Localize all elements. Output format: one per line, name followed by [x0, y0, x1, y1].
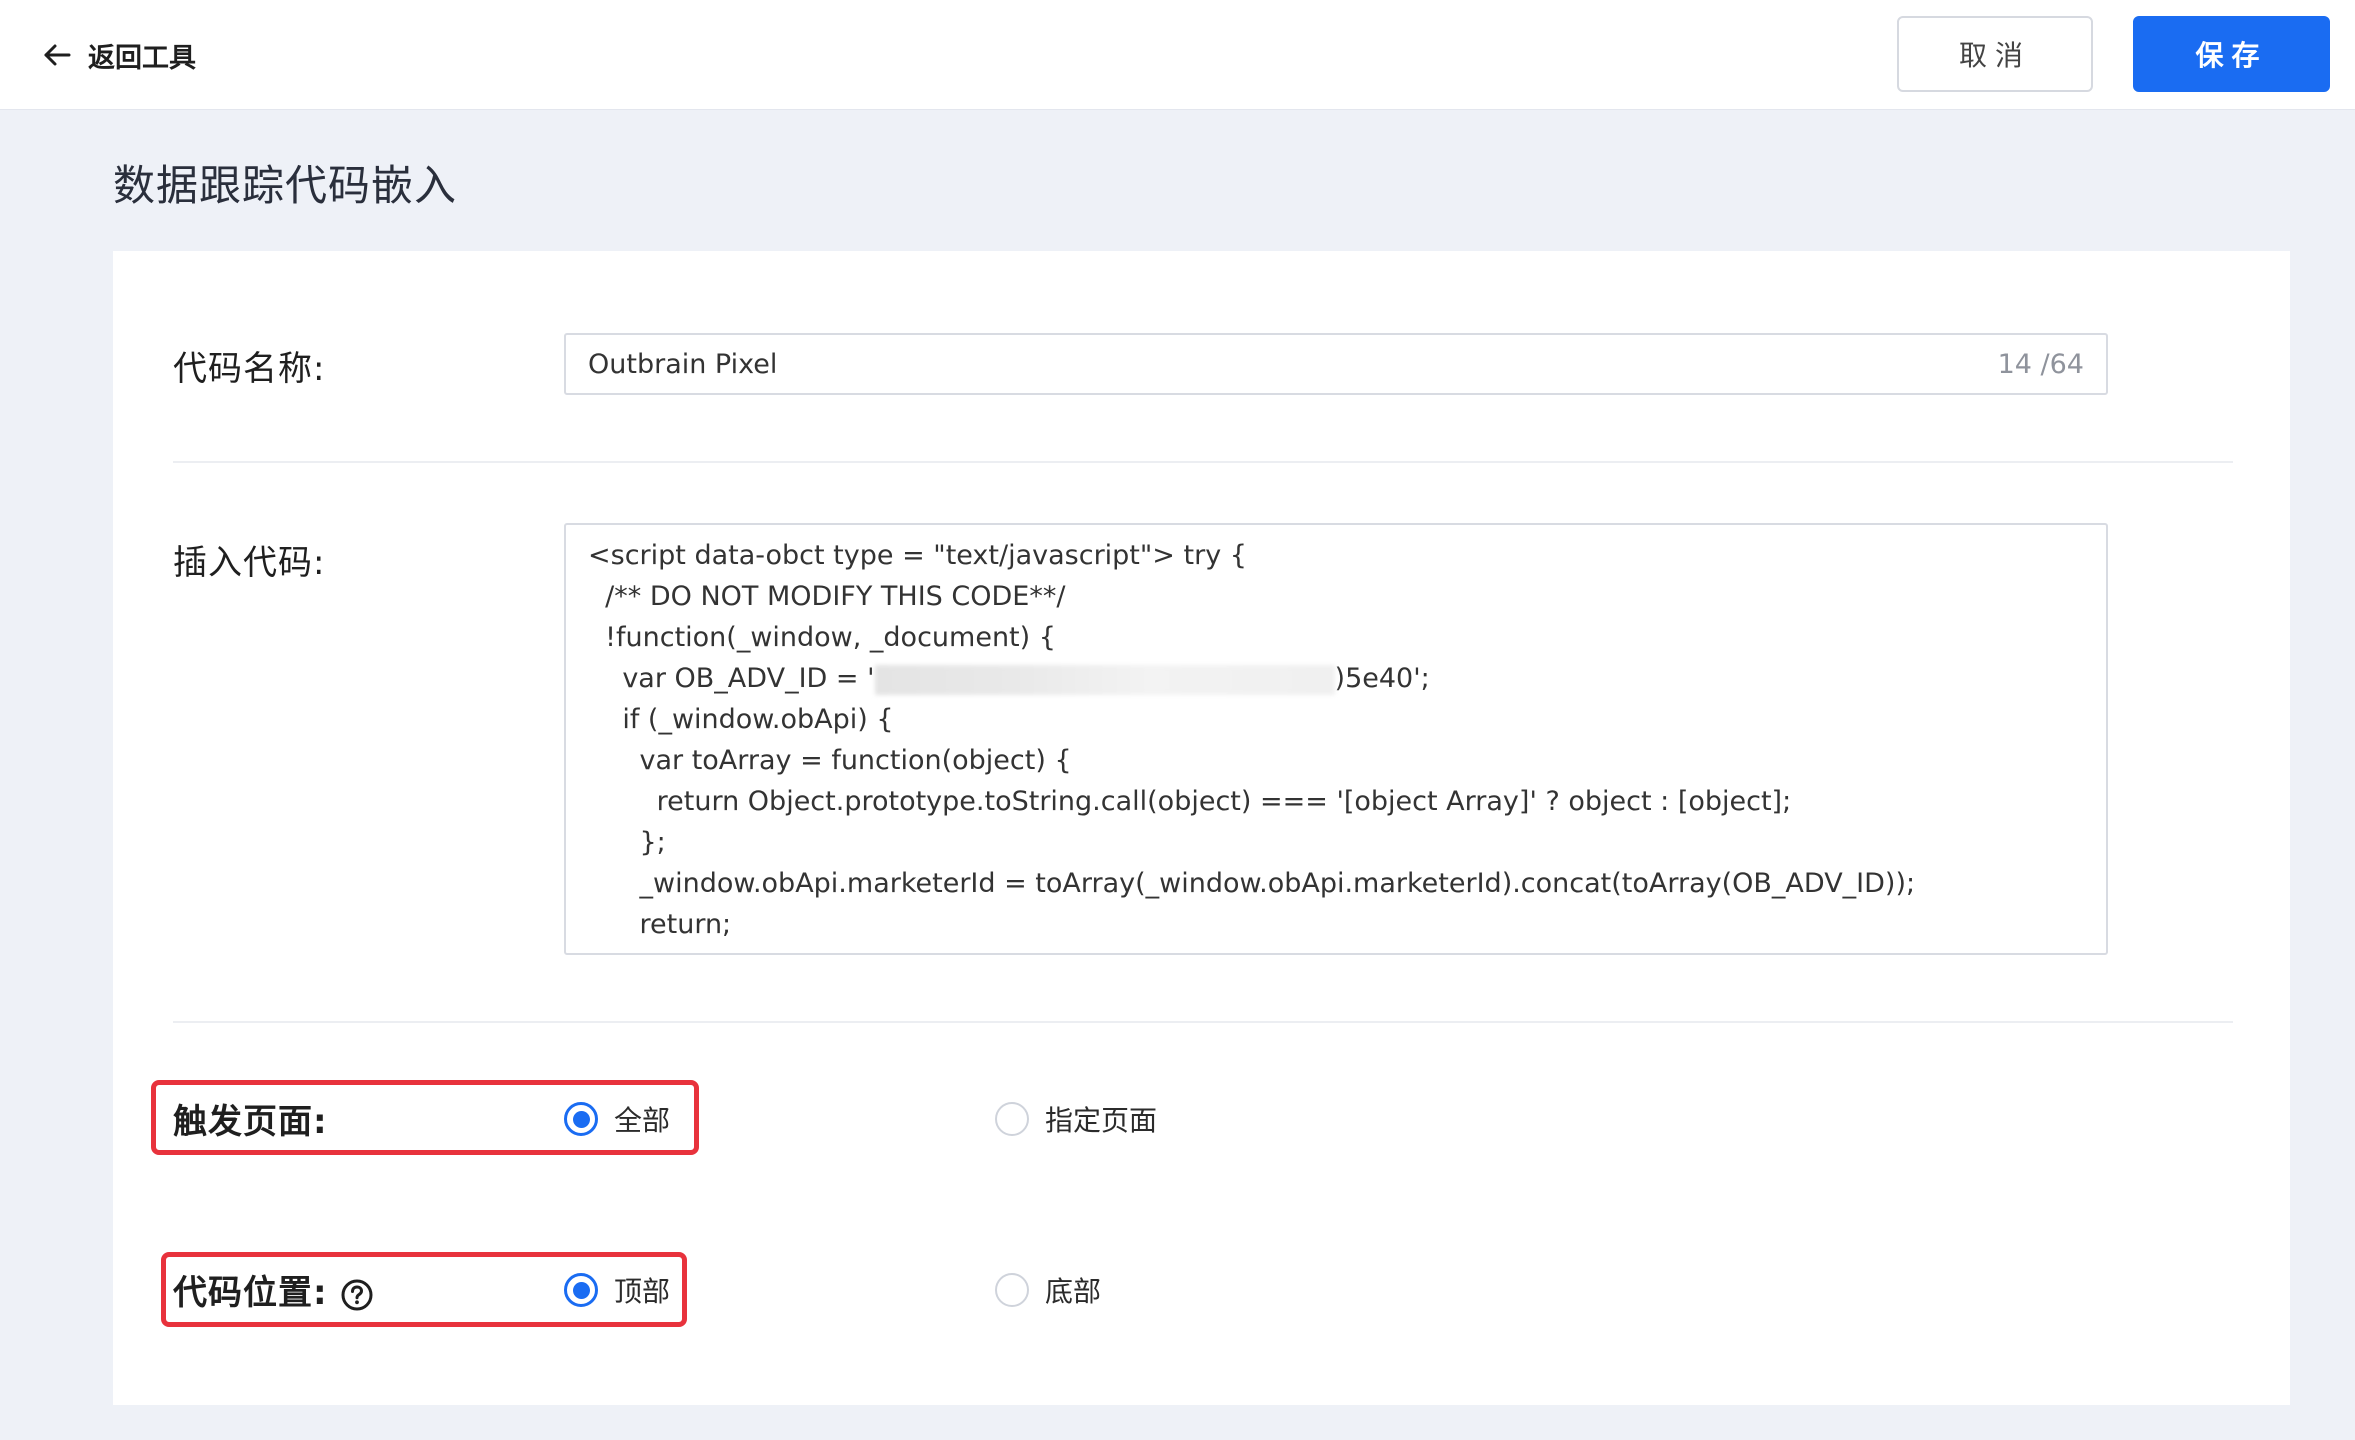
code-name-label: 代码名称: [173, 349, 326, 389]
radio-position-top[interactable]: 顶部 [564, 1270, 670, 1310]
top-bar: 返回工具 取消 保存 [0, 0, 2355, 110]
help-icon[interactable] [340, 1278, 374, 1312]
insert-code-textarea[interactable]: <script data-obct type = "text/javascrip… [564, 523, 2108, 955]
code-line: var toArray = function(object) { [588, 745, 1072, 776]
code-line: return; [588, 909, 732, 940]
code-line: return Object.prototype.toString.call(ob… [588, 786, 1792, 817]
radio-unchecked-icon [995, 1273, 1029, 1307]
radio-label: 顶部 [614, 1275, 671, 1308]
code-line: if (_window.obApi) { [588, 704, 894, 735]
radio-trigger-specific[interactable]: 指定页面 [995, 1099, 1157, 1139]
code-name-counter: 14 /64 [1997, 348, 2084, 380]
radio-checked-icon [564, 1102, 598, 1136]
code-line: /** DO NOT MODIFY THIS CODE**/ [588, 581, 1066, 612]
divider [173, 461, 2233, 463]
trigger-page-label: 触发页面: [173, 1102, 328, 1142]
radio-trigger-all[interactable]: 全部 [564, 1099, 670, 1139]
code-line-adv-id-prefix: var OB_ADV_ID = ' [588, 663, 875, 694]
code-name-value: Outbrain Pixel [588, 348, 778, 380]
back-label: 返回工具 [88, 42, 196, 74]
code-position-label-text: 代码位置: [173, 1273, 328, 1313]
radio-label: 全部 [614, 1104, 671, 1137]
save-button[interactable]: 保存 [2133, 16, 2330, 92]
back-to-tools-link[interactable]: 返回工具 [40, 32, 196, 78]
radio-unchecked-icon [995, 1102, 1029, 1136]
redacted-value [874, 664, 1335, 695]
radio-position-bottom[interactable]: 底部 [995, 1270, 1101, 1310]
code-line: _window.obApi.marketerId = toArray(_wind… [588, 868, 1916, 899]
code-name-input[interactable]: Outbrain Pixel 14 /64 [564, 333, 2108, 395]
radio-label: 底部 [1045, 1275, 1102, 1308]
radio-label: 指定页面 [1045, 1104, 1158, 1137]
cancel-button[interactable]: 取消 [1897, 16, 2093, 92]
form-card: 代码名称: Outbrain Pixel 14 /64 插入代码: <scrip… [113, 251, 2290, 1405]
insert-code-label: 插入代码: [173, 543, 326, 583]
arrow-left-icon [40, 38, 74, 72]
code-line: !function(_window, _document) { [588, 622, 1056, 653]
code-line: <script data-obct type = "text/javascrip… [588, 540, 1247, 571]
radio-checked-icon [564, 1273, 598, 1307]
code-position-label: 代码位置: [173, 1265, 374, 1314]
page-title: 数据跟踪代码嵌入 [113, 161, 458, 210]
code-line-adv-id: var OB_ADV_ID = ' )5e40'; [588, 658, 2106, 699]
divider [173, 1021, 2233, 1023]
code-line-adv-id-suffix: )5e40'; [1334, 663, 1430, 694]
code-line: }; [588, 827, 666, 858]
